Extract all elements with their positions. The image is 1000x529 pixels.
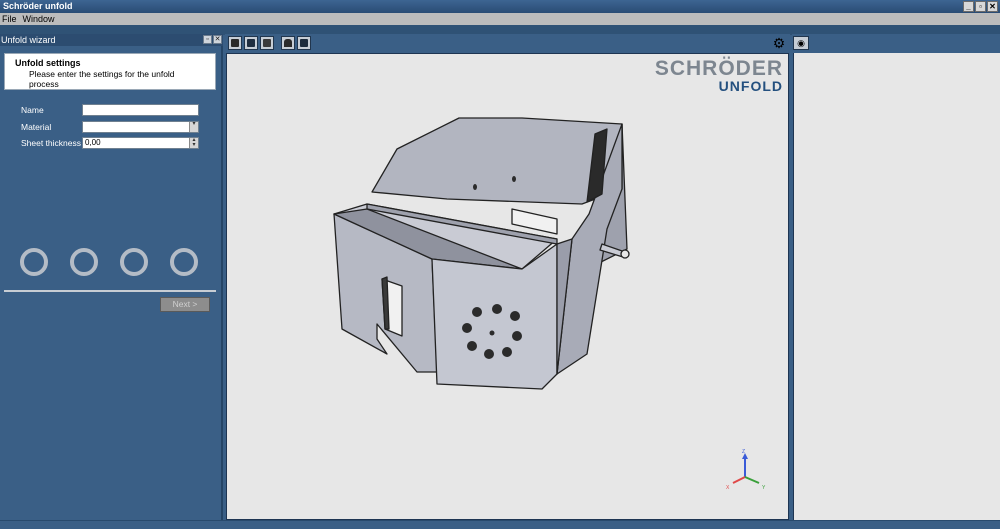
axis-y-label: Y <box>762 485 766 491</box>
axis-triad: Z X Y <box>726 449 766 491</box>
step-indicator-4 <box>170 248 198 276</box>
view-side-icon[interactable] <box>260 36 274 50</box>
eye-icon[interactable]: ◉ <box>793 36 809 50</box>
axis-y-line <box>744 476 760 484</box>
name-label: Name <box>21 105 44 115</box>
view-front-icon[interactable] <box>244 36 258 50</box>
right-panel <box>793 53 1000 520</box>
wizard-header: Unfold wizard ▫ ✕ <box>0 34 223 46</box>
viewport-toolbar: ⚙ <box>225 34 790 53</box>
window-controls: _ ▫ ✕ <box>963 1 998 12</box>
settings-gear-icon[interactable]: ⚙ <box>772 36 786 50</box>
view-cube-icon[interactable] <box>297 36 311 50</box>
step-indicator-2 <box>70 248 98 276</box>
title-bar: Schröder unfold _ ▫ ✕ <box>0 0 1000 13</box>
close-panel-icon[interactable]: ✕ <box>213 35 222 44</box>
step-indicator-1 <box>20 248 48 276</box>
view-iso-icon[interactable] <box>228 36 242 50</box>
material-row: Material ▾ <box>21 121 199 133</box>
wizard-title: Unfold wizard <box>1 35 56 45</box>
sheet-metal-part[interactable] <box>227 54 789 520</box>
thickness-value: 0,00 <box>85 138 101 147</box>
axis-x-line <box>732 476 746 484</box>
settings-title: Unfold settings <box>15 58 81 68</box>
minimize-button[interactable]: _ <box>963 1 974 12</box>
status-bar <box>0 520 1000 529</box>
name-row: Name <box>21 104 199 116</box>
settings-info-box: Unfold settings Please enter the setting… <box>4 53 216 90</box>
float-panel-icon[interactable]: ▫ <box>203 35 212 44</box>
panel-buttons: ▫ ✕ <box>203 35 222 44</box>
wizard-divider <box>4 290 216 292</box>
dropdown-arrow-icon[interactable]: ▾ <box>189 121 198 132</box>
thickness-stepper[interactable]: 0,00 ▴ ▾ <box>82 137 199 149</box>
close-button[interactable]: ✕ <box>987 1 998 12</box>
right-panel-toolbar: ◉ <box>792 34 1000 53</box>
material-select[interactable]: ▾ <box>82 121 199 133</box>
menu-file[interactable]: File <box>2 13 17 25</box>
stepper-arrows-icon[interactable]: ▴ ▾ <box>189 137 198 148</box>
wizard-steps <box>20 248 198 276</box>
material-label: Material <box>21 122 52 132</box>
next-button[interactable]: Next > <box>160 297 210 312</box>
window-title: Schröder unfold <box>3 1 73 11</box>
view-home-icon[interactable] <box>281 36 295 50</box>
3d-viewport[interactable]: SCHRÖDER UNFOLD Z X Y <box>226 53 789 520</box>
axis-x-label: X <box>726 485 730 491</box>
restore-button[interactable]: ▫ <box>975 1 986 12</box>
step-indicator-3 <box>120 248 148 276</box>
settings-subtitle: Please enter the settings for the unfold… <box>29 69 175 89</box>
axis-z-label: Z <box>742 449 745 455</box>
name-field[interactable] <box>82 104 199 116</box>
menu-bar: File Window <box>0 13 1000 25</box>
menu-window[interactable]: Window <box>23 13 55 25</box>
thickness-label: Sheet thickness <box>21 138 82 148</box>
unfold-wizard-panel: Unfold wizard ▫ ✕ Unfold settings Please… <box>0 34 223 520</box>
thickness-row: Sheet thickness 0,00 ▴ ▾ <box>21 137 199 149</box>
